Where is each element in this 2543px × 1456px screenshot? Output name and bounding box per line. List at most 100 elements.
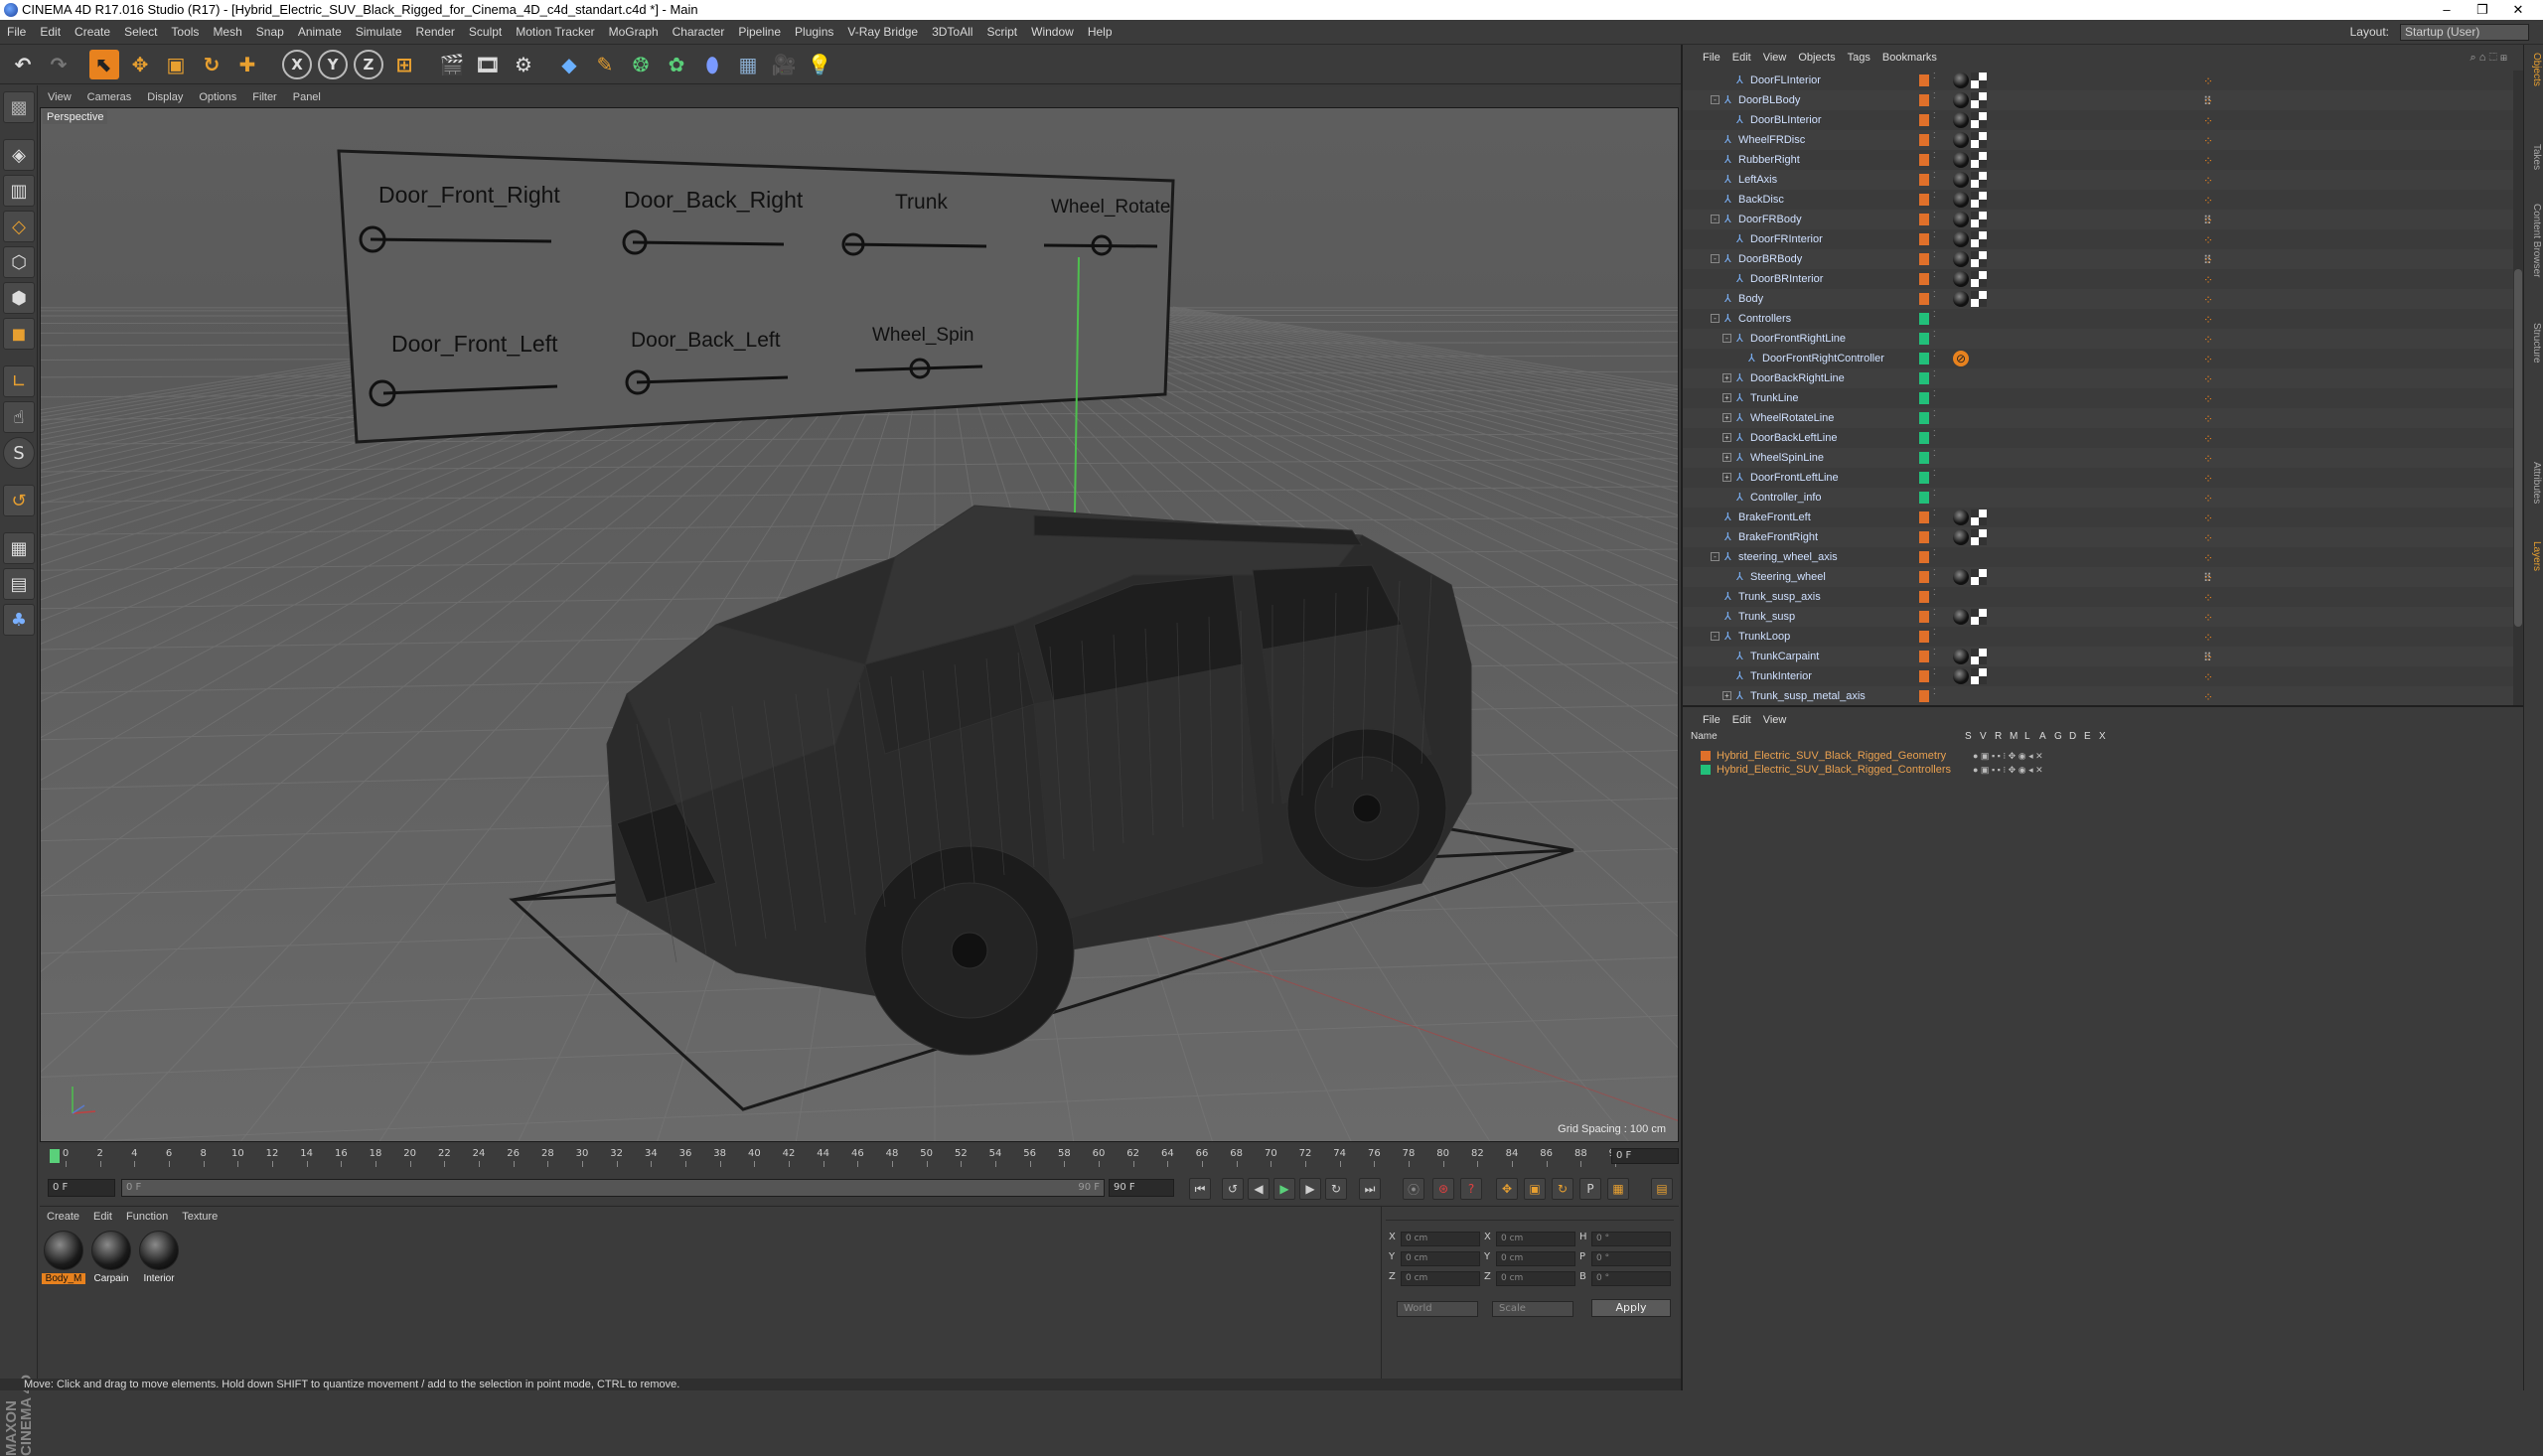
visibility-dots-icon[interactable]: ⁚: [1933, 569, 1941, 577]
workplane-lock-icon[interactable]: ▦: [3, 532, 35, 564]
material-tag-icon[interactable]: [1953, 649, 1969, 664]
key-rotation-icon[interactable]: ↻: [1552, 1178, 1573, 1200]
material-tag-icon[interactable]: [1953, 172, 1969, 188]
om-menu-bookmarks[interactable]: Bookmarks: [1876, 45, 1943, 71]
tag-dots-icon[interactable]: ⁘: [2203, 253, 2213, 269]
material-body[interactable]: Body_M: [42, 1229, 85, 1290]
uvw-tag-icon[interactable]: [1971, 152, 1987, 168]
tag-dots-icon[interactable]: ⁘: [2203, 154, 2213, 170]
object-row[interactable]: ⅄Controller_info⁚⁘: [1683, 488, 2513, 508]
expand-toggle-icon[interactable]: -: [1722, 334, 1731, 343]
move-tool-icon[interactable]: ✥: [125, 50, 155, 79]
layer-color-chip[interactable]: [1919, 611, 1929, 623]
tag-dots-icon[interactable]: ⁘: [2203, 194, 2213, 210]
light-icon[interactable]: 💡: [805, 50, 834, 79]
material-tag-icon[interactable]: [1953, 609, 1969, 625]
record-keys-icon[interactable]: ⦿: [1403, 1178, 1424, 1200]
object-row[interactable]: +⅄DoorBackLeftLine⁚⁘: [1683, 428, 2513, 448]
autokey-icon[interactable]: ⊛: [1432, 1178, 1454, 1200]
object-row[interactable]: +⅄DoorFrontLeftLine⁚⁘: [1683, 468, 2513, 488]
material-tag-icon[interactable]: [1953, 192, 1969, 208]
material-tag-icon[interactable]: [1953, 291, 1969, 307]
layer-header-col[interactable]: L: [2024, 731, 2030, 742]
visibility-dots-icon[interactable]: ⁚: [1933, 629, 1941, 637]
previous-frame-icon[interactable]: ◀: [1248, 1178, 1270, 1200]
om-menu-tags[interactable]: Tags: [1842, 45, 1876, 71]
uvw-tag-icon[interactable]: [1971, 212, 1987, 227]
object-row[interactable]: +⅄DoorBackRightLine⁚⁘: [1683, 368, 2513, 388]
mat-menu-texture[interactable]: Texture: [175, 1207, 224, 1227]
model-mode-icon[interactable]: ◈: [3, 139, 35, 171]
key-parameter-icon[interactable]: P: [1579, 1178, 1601, 1200]
menu-tools[interactable]: Tools: [164, 20, 206, 45]
layer-color-chip[interactable]: [1919, 591, 1929, 603]
layout-dropdown[interactable]: Startup (User): [2400, 24, 2529, 41]
viewport-menu-options[interactable]: Options: [191, 87, 244, 107]
object-row[interactable]: ⅄LeftAxis⁚⁘: [1683, 170, 2513, 190]
viewport-menu-view[interactable]: View: [40, 87, 79, 107]
layer-color-chip[interactable]: [1919, 214, 1929, 225]
coord-value-field[interactable]: 0 °: [1591, 1271, 1671, 1286]
enable-axis-icon[interactable]: ↺: [3, 485, 35, 516]
side-tab-takes[interactable]: Takes: [2526, 144, 2542, 170]
layer-color-chip[interactable]: [1919, 571, 1929, 583]
constraint-tag-icon[interactable]: ⊘: [1953, 351, 1969, 366]
layer-color-chip[interactable]: [1919, 174, 1929, 186]
layer-color-chip[interactable]: [1919, 690, 1929, 702]
material-tag-icon[interactable]: [1953, 152, 1969, 168]
coord-value-field[interactable]: 0 °: [1591, 1232, 1671, 1246]
tag-dots-icon[interactable]: ⁘: [2203, 452, 2213, 468]
object-row[interactable]: ⅄DoorBRInterior⁚⁘: [1683, 269, 2513, 289]
layer-color-chip[interactable]: [1919, 233, 1929, 245]
menu-edit[interactable]: Edit: [33, 20, 68, 45]
coord-value-field[interactable]: 0 cm: [1496, 1271, 1575, 1286]
layer-header-col[interactable]: M: [2010, 731, 2018, 742]
menu-snap[interactable]: Snap: [249, 20, 291, 45]
visibility-dots-icon[interactable]: ⁚: [1933, 251, 1941, 259]
recent-tool-icon[interactable]: ✚: [232, 50, 262, 79]
lm-menu-edit[interactable]: Edit: [1726, 707, 1757, 733]
make-editable-icon[interactable]: ▩: [3, 91, 35, 123]
z-axis-lock-button[interactable]: Z: [354, 50, 383, 79]
object-row[interactable]: ⅄DoorFrontRightController⁚⊘⁘: [1683, 349, 2513, 368]
expand-toggle-icon[interactable]: +: [1722, 433, 1731, 442]
object-row[interactable]: ⅄DoorBLInterior⁚⁘: [1683, 110, 2513, 130]
tag-dots-icon[interactable]: ⁘: [2203, 492, 2213, 508]
object-row[interactable]: ⅄DoorFRInterior⁚⁘: [1683, 229, 2513, 249]
layer-toggles[interactable]: ● ▣ ▪ ▪ ⁝ ✥ ◉ ◂ ✕: [1973, 749, 2043, 763]
spline-pen-icon[interactable]: ✎: [590, 50, 620, 79]
layer-color-chip[interactable]: [1919, 670, 1929, 682]
uvw-tag-icon[interactable]: [1971, 192, 1987, 208]
expand-toggle-icon[interactable]: +: [1722, 413, 1731, 422]
menu-3dtoall[interactable]: 3DToAll: [925, 20, 979, 45]
current-frame-field[interactable]: 0 F: [1611, 1148, 1679, 1164]
visibility-dots-icon[interactable]: ⁚: [1933, 231, 1941, 239]
menu-animate[interactable]: Animate: [291, 20, 349, 45]
visibility-dots-icon[interactable]: ⁚: [1933, 331, 1941, 339]
expand-toggle-icon[interactable]: -: [1711, 632, 1720, 641]
tag-dots-icon[interactable]: ⁘: [2203, 134, 2213, 150]
menu-sculpt[interactable]: Sculpt: [462, 20, 509, 45]
preview-range-slider[interactable]: 0 F 90 F: [121, 1179, 1105, 1197]
layer-color-chip[interactable]: [1919, 392, 1929, 404]
visibility-dots-icon[interactable]: ⁚: [1933, 529, 1941, 537]
uvw-tag-icon[interactable]: [1971, 231, 1987, 247]
tag-dots-icon[interactable]: ⁘: [2203, 472, 2213, 488]
coord-value-field[interactable]: 0 cm: [1401, 1271, 1480, 1286]
go-to-end-icon[interactable]: ⏭: [1359, 1178, 1381, 1200]
tag-dots-icon[interactable]: ⁘: [2203, 432, 2213, 448]
material-tag-icon[interactable]: [1953, 271, 1969, 287]
visibility-dots-icon[interactable]: ⁚: [1933, 370, 1941, 378]
visibility-dots-icon[interactable]: ⁚: [1933, 132, 1941, 140]
visibility-dots-icon[interactable]: ⁚: [1933, 668, 1941, 676]
coordinate-mode-dropdown[interactable]: World: [1397, 1301, 1478, 1317]
expand-toggle-icon[interactable]: -: [1711, 215, 1720, 223]
visibility-dots-icon[interactable]: ⁚: [1933, 430, 1941, 438]
transform-mode-dropdown[interactable]: Scale: [1492, 1301, 1573, 1317]
om-menu-objects[interactable]: Objects: [1792, 45, 1841, 71]
material-interior[interactable]: Interior: [137, 1229, 181, 1290]
side-tab-layers[interactable]: Layers: [2526, 541, 2542, 571]
visibility-dots-icon[interactable]: ⁚: [1933, 649, 1941, 656]
visibility-dots-icon[interactable]: ⁚: [1933, 450, 1941, 458]
visibility-dots-icon[interactable]: ⁚: [1933, 609, 1941, 617]
